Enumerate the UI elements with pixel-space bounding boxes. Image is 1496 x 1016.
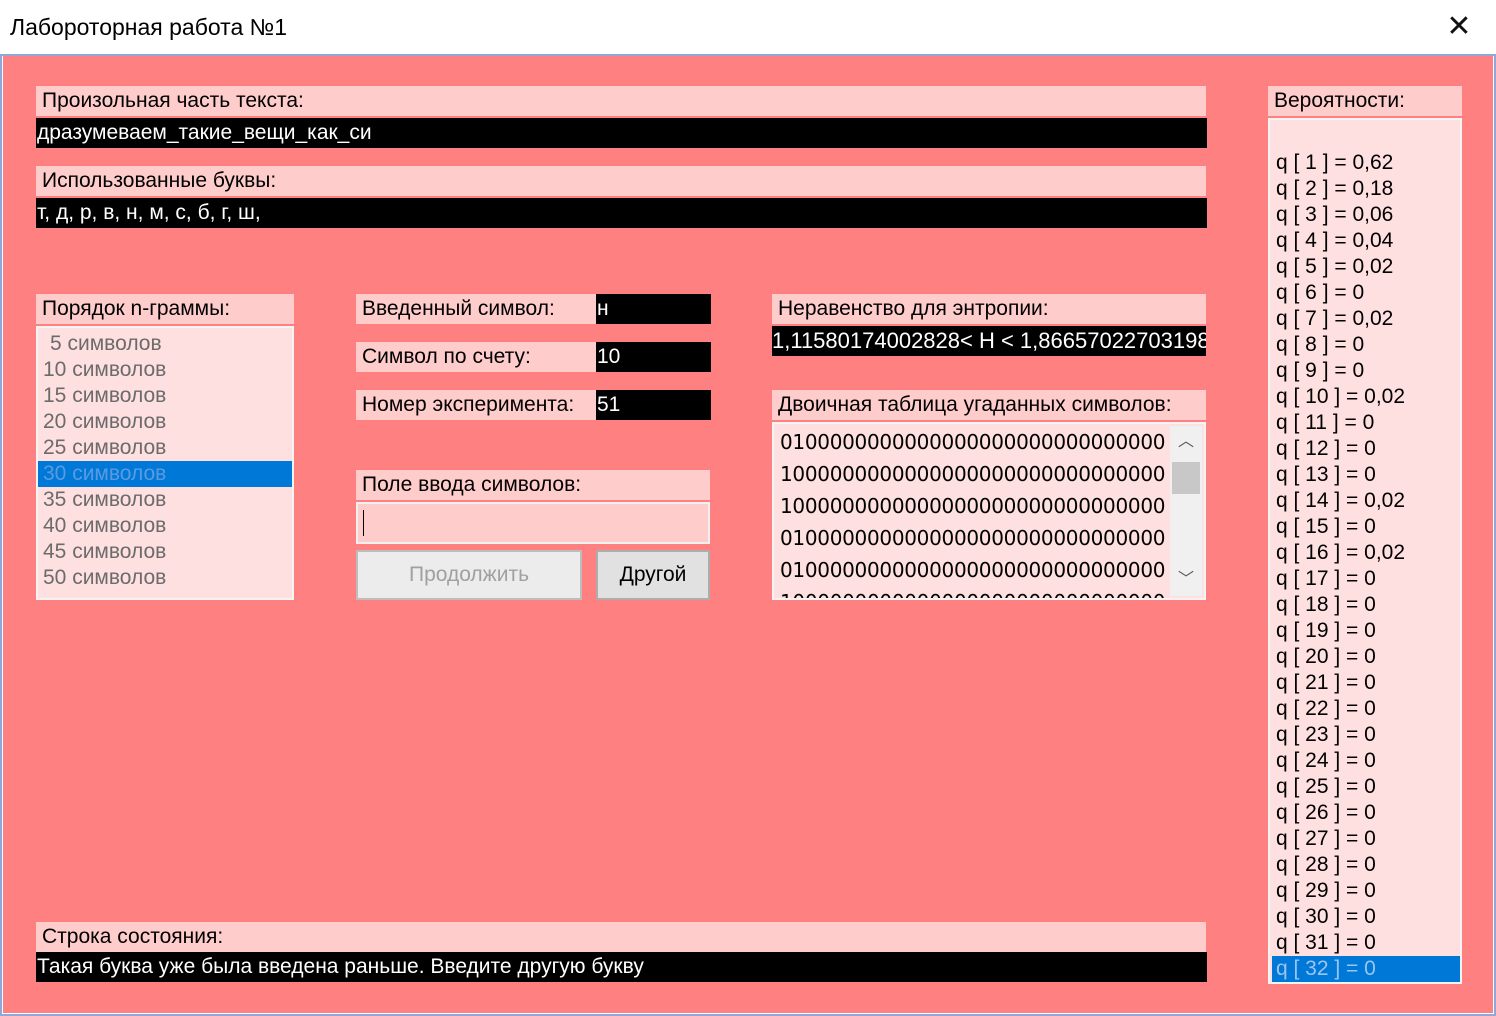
probability-item[interactable]: q [ 31 ] = 0 bbox=[1272, 930, 1460, 956]
ngram-option[interactable]: 45 символов bbox=[38, 539, 292, 565]
probability-item[interactable]: q [ 26 ] = 0 bbox=[1272, 800, 1460, 826]
scrollbar[interactable]: ︿ ﹀ bbox=[1170, 426, 1202, 596]
window-title: Лабороторная работа №1 bbox=[10, 14, 288, 40]
probability-item[interactable]: q [ 22 ] = 0 bbox=[1272, 696, 1460, 722]
ngram-order-label: Порядок n-граммы: bbox=[36, 294, 294, 324]
probability-item[interactable]: q [ 7 ] = 0,02 bbox=[1272, 306, 1460, 332]
input-field-label: Поле ввода символов: bbox=[356, 470, 710, 500]
ngram-option[interactable]: 40 символов bbox=[38, 513, 292, 539]
symbol-input[interactable] bbox=[356, 502, 710, 544]
probability-item[interactable]: q [ 25 ] = 0 bbox=[1272, 774, 1460, 800]
probability-item[interactable]: q [ 3 ] = 0,06 bbox=[1272, 202, 1460, 228]
binary-table-row[interactable]: 1000000000000000000000000000000 bbox=[774, 586, 1170, 598]
binary-table-row[interactable]: 0100000000000000000000000000000 bbox=[774, 554, 1170, 586]
binary-table-row[interactable]: 1000000000000000000000000000000 bbox=[774, 490, 1170, 522]
probability-item[interactable]: q [ 15 ] = 0 bbox=[1272, 514, 1460, 540]
entropy-field: 1,11580174002828< H < 1,86657022703198 bbox=[772, 326, 1206, 356]
binary-table-row[interactable]: 0100000000000000000000000000000 bbox=[774, 426, 1170, 458]
used-letters-label: Использованные буквы: bbox=[36, 166, 1206, 196]
probabilities-list[interactable]: q [ 1 ] = 0,62 q [ 2 ] = 0,18 q [ 3 ] = 0,… bbox=[1268, 118, 1462, 984]
entered-symbol-field: н bbox=[596, 294, 711, 324]
ngram-option[interactable]: 35 символов bbox=[38, 487, 292, 513]
probability-item[interactable]: q [ 23 ] = 0 bbox=[1272, 722, 1460, 748]
probability-item[interactable]: q [ 20 ] = 0 bbox=[1272, 644, 1460, 670]
probability-item[interactable]: q [ 8 ] = 0 bbox=[1272, 332, 1460, 358]
title-bar: Лабороторная работа №1 ✕ bbox=[0, 0, 1496, 55]
probability-item[interactable]: q [ 18 ] = 0 bbox=[1272, 592, 1460, 618]
scroll-down-icon[interactable]: ﹀ bbox=[1170, 564, 1202, 596]
probability-item[interactable]: q [ 24 ] = 0 bbox=[1272, 748, 1460, 774]
scroll-thumb[interactable] bbox=[1172, 462, 1200, 494]
symbol-count-field: 10 bbox=[596, 342, 711, 372]
status-field: Такая буква уже была введена раньше. Вве… bbox=[36, 952, 1207, 982]
ngram-option[interactable]: 15 символов bbox=[38, 383, 292, 409]
probability-item[interactable]: q [ 17 ] = 0 bbox=[1272, 566, 1460, 592]
entropy-label: Неравенство для энтропии: bbox=[772, 294, 1206, 324]
probability-item[interactable]: q [ 19 ] = 0 bbox=[1272, 618, 1460, 644]
ngram-option[interactable]: 20 символов bbox=[38, 409, 292, 435]
probability-item[interactable]: q [ 28 ] = 0 bbox=[1272, 852, 1460, 878]
probability-item[interactable]: q [ 11 ] = 0 bbox=[1272, 410, 1460, 436]
probability-item[interactable]: q [ 2 ] = 0,18 bbox=[1272, 176, 1460, 202]
entered-symbol-label: Введенный символ: bbox=[356, 294, 596, 324]
probability-item[interactable]: q [ 6 ] = 0 bbox=[1272, 280, 1460, 306]
ngram-option[interactable]: 10 символов bbox=[38, 357, 292, 383]
binary-table-label: Двоичная таблица угаданных символов: bbox=[772, 390, 1206, 420]
probability-item[interactable]: q [ 4 ] = 0,04 bbox=[1272, 228, 1460, 254]
probabilities-label: Вероятности: bbox=[1268, 86, 1462, 116]
probability-item[interactable]: q [ 5 ] = 0,02 bbox=[1272, 254, 1460, 280]
binary-table-row[interactable]: 1000000000000000000000000000000 bbox=[774, 458, 1170, 490]
probability-item[interactable]: q [ 14 ] = 0,02 bbox=[1272, 488, 1460, 514]
close-icon[interactable]: ✕ bbox=[1422, 0, 1496, 54]
binary-table-row[interactable]: 0100000000000000000000000000000 bbox=[774, 522, 1170, 554]
probability-item[interactable]: q [ 12 ] = 0 bbox=[1272, 436, 1460, 462]
probability-item[interactable]: q [ 16 ] = 0,02 bbox=[1272, 540, 1460, 566]
ngram-order-list[interactable]: 5 символов 10 символов 15 символов 20 симво… bbox=[36, 326, 294, 600]
status-label: Строка состояния: bbox=[36, 922, 1206, 952]
scroll-up-icon[interactable]: ︿ bbox=[1170, 426, 1202, 458]
used-letters-field: т, д, р, в, н, м, с, б, г, ш, bbox=[36, 198, 1207, 228]
experiment-number-field: 51 bbox=[596, 390, 711, 420]
probability-item[interactable]: q [ 27 ] = 0 bbox=[1272, 826, 1460, 852]
ngram-option[interactable]: 50 символов bbox=[38, 565, 292, 591]
continue-button[interactable]: Продолжить bbox=[356, 550, 582, 600]
random-text-field: дразумеваем_такие_вещи_как_си bbox=[36, 118, 1207, 148]
probability-item[interactable]: q [ 32 ] = 0 bbox=[1272, 956, 1460, 982]
probability-item[interactable]: q [ 30 ] = 0 bbox=[1272, 904, 1460, 930]
symbol-count-label: Символ по счету: bbox=[356, 342, 596, 372]
probability-item[interactable]: q [ 10 ] = 0,02 bbox=[1272, 384, 1460, 410]
probability-item[interactable]: q [ 1 ] = 0,62 bbox=[1272, 150, 1460, 176]
ngram-option[interactable]: 5 символов bbox=[38, 331, 292, 357]
binary-table-rows: 0100000000000000000000000000000 100000000… bbox=[774, 426, 1170, 598]
probability-item[interactable]: q [ 9 ] = 0 bbox=[1272, 358, 1460, 384]
probability-item[interactable]: q [ 29 ] = 0 bbox=[1272, 878, 1460, 904]
random-text-label: Произольная часть текста: bbox=[36, 86, 1206, 116]
binary-table-list[interactable]: 0100000000000000000000000000000 100000000… bbox=[772, 422, 1206, 600]
probability-item[interactable]: q [ 13 ] = 0 bbox=[1272, 462, 1460, 488]
other-button[interactable]: Другой bbox=[596, 550, 710, 600]
experiment-number-label: Номер эксперимента: bbox=[356, 390, 596, 420]
probability-item[interactable]: q [ 21 ] = 0 bbox=[1272, 670, 1460, 696]
ngram-option[interactable]: 25 символов bbox=[38, 435, 292, 461]
ngram-option[interactable]: 30 символов bbox=[38, 461, 292, 487]
text-cursor bbox=[363, 510, 364, 536]
